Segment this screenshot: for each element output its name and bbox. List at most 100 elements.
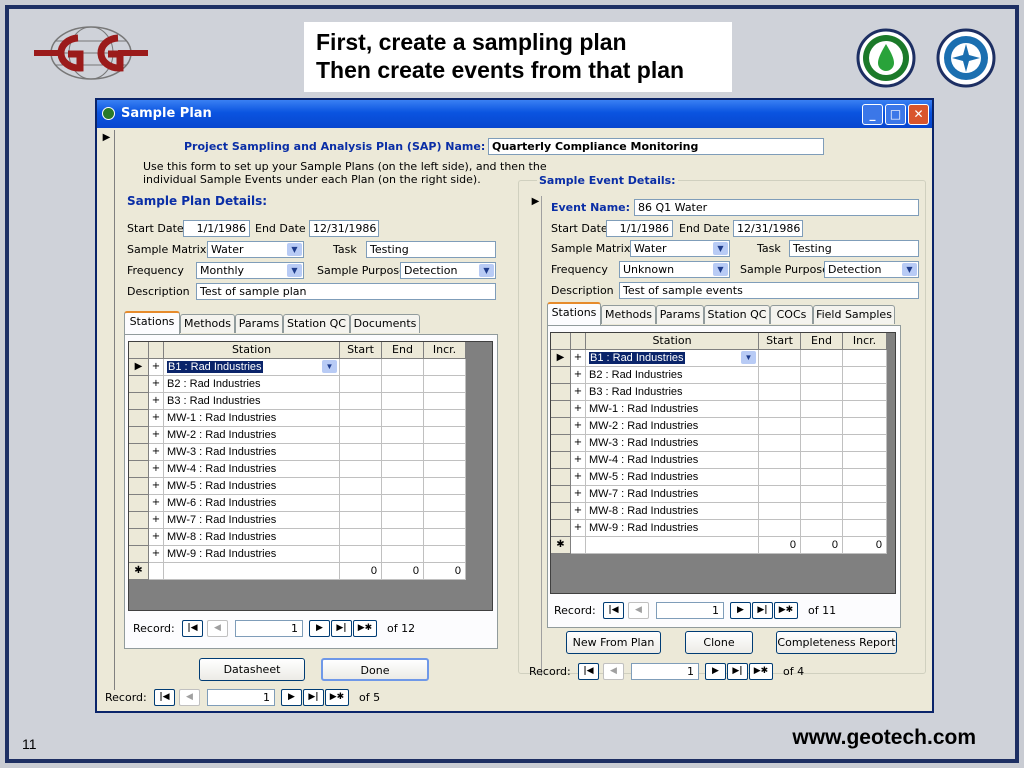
end-cell[interactable]: 0	[382, 563, 424, 580]
end-cell[interactable]	[801, 401, 843, 418]
end-cell[interactable]	[801, 452, 843, 469]
new-row[interactable]: ✱ 0 0 0	[551, 537, 887, 554]
expand-icon[interactable]: +	[571, 384, 586, 401]
start-cell[interactable]	[340, 393, 382, 410]
minimize-icon[interactable]: _	[862, 104, 883, 125]
end-cell[interactable]	[382, 512, 424, 529]
incr-cell[interactable]: 0	[424, 563, 466, 580]
incr-cell[interactable]	[843, 520, 887, 537]
event-name-field[interactable]: 86 Q1 Water	[634, 199, 919, 216]
chevron-down-icon[interactable]: ▼	[287, 243, 302, 256]
row-selector[interactable]	[551, 435, 571, 452]
expand-icon[interactable]: +	[149, 393, 164, 410]
row-selector[interactable]	[551, 503, 571, 520]
table-row[interactable]: + B3 : Rad Industries	[551, 384, 887, 401]
table-row[interactable]: + B2 : Rad Industries	[551, 367, 887, 384]
station-cell[interactable]: MW-4 : Rad Industries	[164, 461, 340, 478]
station-cell[interactable]: MW-5 : Rad Industries	[164, 478, 340, 495]
end-cell[interactable]	[382, 376, 424, 393]
incr-cell[interactable]	[424, 512, 466, 529]
incr-cell[interactable]	[843, 418, 887, 435]
end-cell[interactable]	[382, 393, 424, 410]
table-row[interactable]: + MW-1 : Rad Industries	[129, 410, 466, 427]
table-row[interactable]: + MW-5 : Rad Industries	[551, 469, 887, 486]
event-end-date-field[interactable]: 12/31/1986	[733, 220, 803, 237]
plan-purpose-select[interactable]: Detection ▼	[400, 262, 496, 279]
close-icon[interactable]: ✕	[908, 104, 929, 125]
table-row[interactable]: + MW-8 : Rad Industries	[129, 529, 466, 546]
maximize-icon[interactable]: □	[885, 104, 906, 125]
station-cell[interactable]: B3 : Rad Industries	[164, 393, 340, 410]
station-cell[interactable]: MW-9 : Rad Industries	[586, 520, 759, 537]
end-cell[interactable]	[801, 350, 843, 367]
start-cell[interactable]	[759, 384, 801, 401]
row-selector[interactable]	[551, 520, 571, 537]
start-cell[interactable]: 0	[340, 563, 382, 580]
new-from-plan-button[interactable]: New From Plan	[566, 631, 661, 654]
station-cell[interactable]: MW-3 : Rad Industries	[164, 444, 340, 461]
event-col-station[interactable]: Station	[586, 333, 759, 350]
event-description-field[interactable]: Test of sample events	[619, 282, 919, 299]
station-cell[interactable]: B2 : Rad Industries	[164, 376, 340, 393]
station-cell[interactable]	[586, 537, 759, 554]
event-col-incr[interactable]: Incr.	[843, 333, 887, 350]
next-record-icon[interactable]: ▶	[281, 689, 302, 706]
incr-cell[interactable]	[843, 469, 887, 486]
incr-cell[interactable]	[424, 427, 466, 444]
plan-tab-stations[interactable]: Stations	[124, 311, 180, 334]
row-selector[interactable]	[129, 512, 149, 529]
event-col-start[interactable]: Start	[759, 333, 801, 350]
new-record-icon[interactable]: ▶✱	[325, 689, 349, 706]
event-col-end[interactable]: End	[801, 333, 843, 350]
station-cell[interactable]: MW-3 : Rad Industries	[586, 435, 759, 452]
table-row[interactable]: + MW-6 : Rad Industries	[129, 495, 466, 512]
expand-icon[interactable]: +	[149, 410, 164, 427]
table-row[interactable]: + MW-3 : Rad Industries	[551, 435, 887, 452]
first-record-icon[interactable]: |◀	[154, 689, 175, 706]
start-cell[interactable]	[759, 520, 801, 537]
event-start-date-field[interactable]: 1/1/1986	[606, 220, 673, 237]
station-cell[interactable]: B3 : Rad Industries	[586, 384, 759, 401]
plan-col-incr[interactable]: Incr.	[424, 342, 466, 359]
chevron-down-icon[interactable]: ▼	[713, 242, 728, 255]
row-selector[interactable]	[129, 376, 149, 393]
plan-tab-params[interactable]: Params	[235, 314, 283, 333]
incr-cell[interactable]: 0	[843, 537, 887, 554]
end-cell[interactable]	[382, 529, 424, 546]
plan-tab-documents[interactable]: Documents	[350, 314, 420, 333]
table-row[interactable]: + MW-7 : Rad Industries	[129, 512, 466, 529]
table-row[interactable]: + B3 : Rad Industries	[129, 393, 466, 410]
chevron-down-icon[interactable]: ▼	[479, 264, 494, 277]
table-row[interactable]: + MW-2 : Rad Industries	[551, 418, 887, 435]
station-cell[interactable]: MW-2 : Rad Industries	[164, 427, 340, 444]
end-cell[interactable]	[801, 435, 843, 452]
row-selector[interactable]	[551, 452, 571, 469]
end-cell[interactable]	[382, 461, 424, 478]
end-cell[interactable]	[382, 546, 424, 563]
table-row[interactable]: + MW-3 : Rad Industries	[129, 444, 466, 461]
expand-icon[interactable]: +	[571, 350, 586, 367]
done-button[interactable]: Done	[321, 658, 429, 681]
expand-icon[interactable]: +	[571, 520, 586, 537]
plan-description-field[interactable]: Test of sample plan	[196, 283, 496, 300]
plan-form-record-number[interactable]: 1	[207, 689, 275, 706]
start-cell[interactable]	[759, 418, 801, 435]
title-bar[interactable]: Sample Plan _ □ ✕	[97, 100, 932, 128]
last-record-icon[interactable]: ▶|	[331, 620, 352, 637]
plan-col-end[interactable]: End	[382, 342, 424, 359]
expand-icon[interactable]: +	[571, 418, 586, 435]
incr-cell[interactable]	[424, 495, 466, 512]
event-tab-field-samples[interactable]: Field Samples	[813, 305, 895, 324]
start-cell[interactable]	[759, 469, 801, 486]
start-cell[interactable]	[340, 529, 382, 546]
completeness-report-button[interactable]: Completeness Report	[776, 631, 897, 654]
start-cell[interactable]	[759, 401, 801, 418]
start-cell[interactable]	[340, 512, 382, 529]
expand-icon[interactable]: +	[149, 376, 164, 393]
incr-cell[interactable]	[424, 410, 466, 427]
expand-icon[interactable]: +	[571, 452, 586, 469]
row-selector[interactable]	[129, 461, 149, 478]
row-selector[interactable]	[129, 546, 149, 563]
end-cell[interactable]	[382, 427, 424, 444]
expand-icon[interactable]: +	[571, 435, 586, 452]
